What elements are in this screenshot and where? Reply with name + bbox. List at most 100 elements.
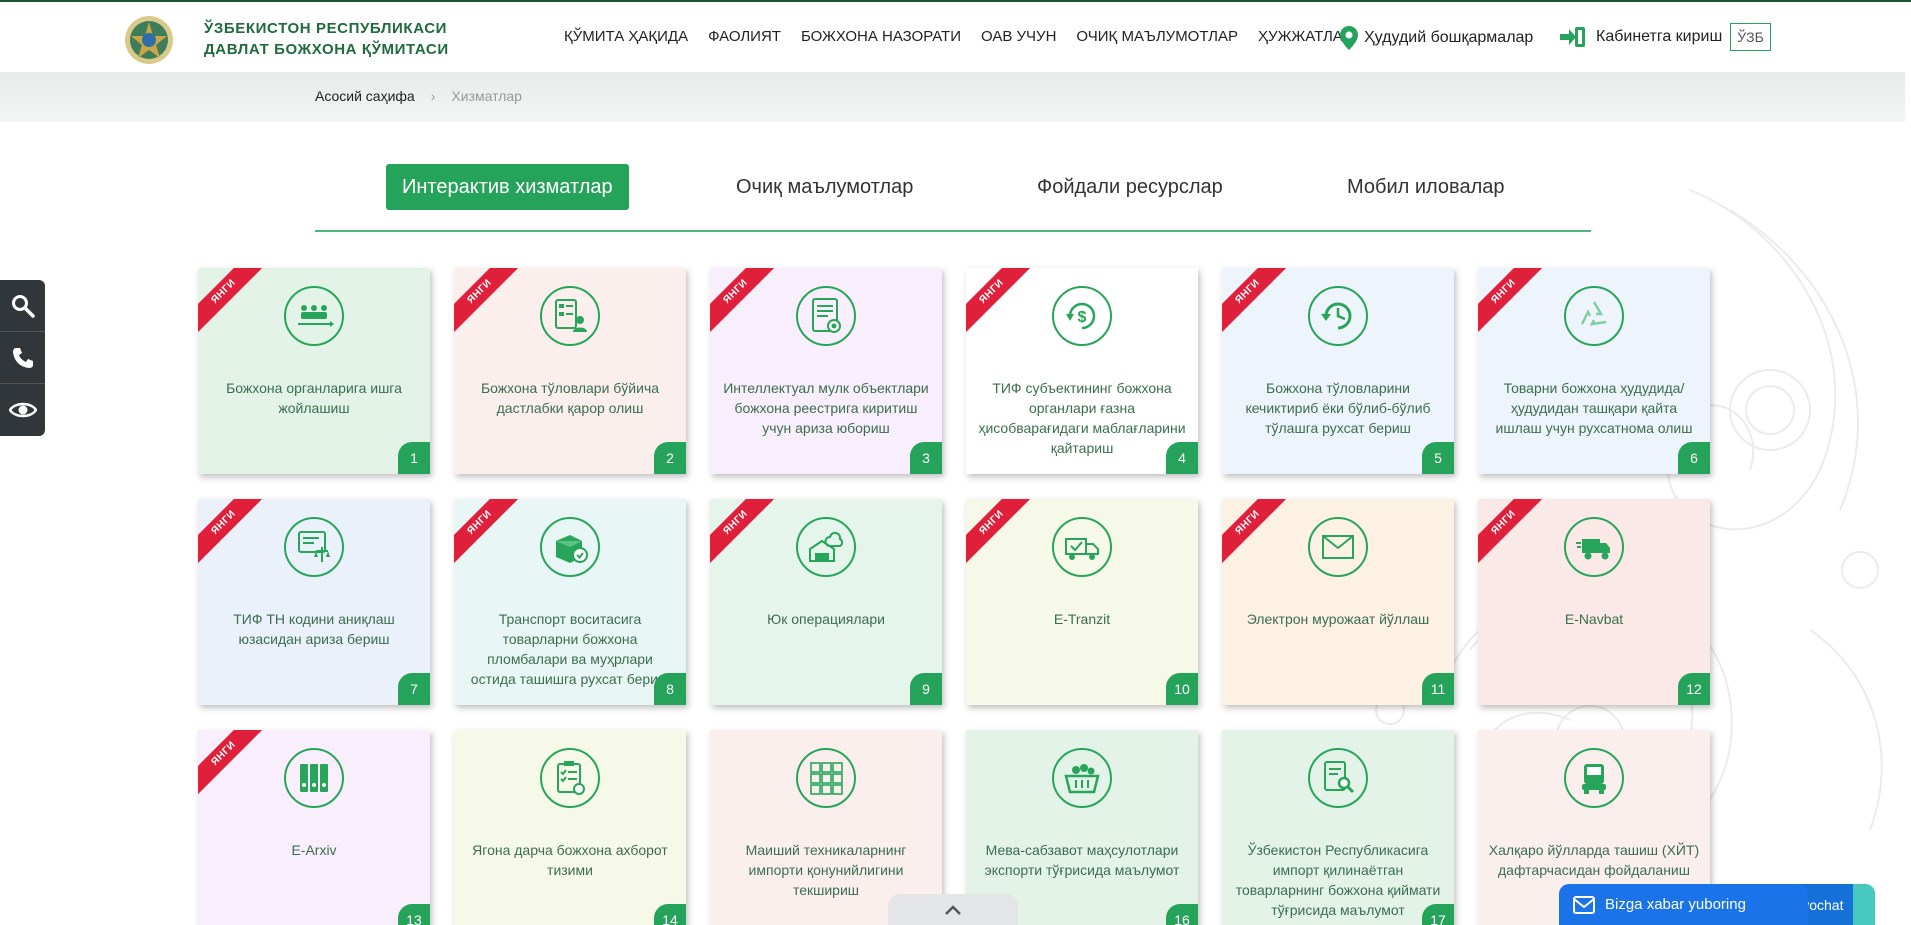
service-card-number: 9 — [910, 673, 942, 705]
nav-item-committee[interactable]: ҚЎМИТА ҲАҚИДА — [564, 28, 688, 45]
service-card[interactable]: Божхона тўловлари бўйича дастлабки қарор… — [454, 268, 686, 474]
new-ribbon: ЯНГИ — [1478, 499, 1554, 573]
organization-name[interactable]: ЎЗБЕКИСТОН РЕСПУБЛИКАСИ ДАВЛАТ БОЖХОНА Қ… — [204, 18, 449, 60]
side-phone-button[interactable] — [0, 332, 45, 384]
service-card-title: Ўзбекистон Республикасига импорт қилинаё… — [1235, 842, 1441, 918]
service-card[interactable]: E-Tranzit 10 ЯНГИ — [966, 499, 1198, 705]
service-card[interactable]: Ягона дарча божхона ахборот тизими 14 — [454, 730, 686, 925]
nav-item-activity[interactable]: ФАОЛИЯТ — [708, 28, 781, 45]
sign-in-icon — [1560, 27, 1585, 47]
recycle-icon — [1580, 301, 1607, 326]
eye-icon — [8, 402, 37, 418]
tab-useful-resources[interactable]: Фойдали ресурслар — [1037, 164, 1223, 210]
service-card[interactable]: E-Arxiv 13 ЯНГИ — [198, 730, 430, 925]
service-card-number: 2 — [654, 442, 686, 474]
new-ribbon: ЯНГИ — [710, 499, 786, 573]
org-name-line2: ДАВЛАТ БОЖХОНА ҚЎМИТАСИ — [204, 41, 449, 58]
envelope-icon — [1322, 535, 1354, 559]
language-selector[interactable]: ЎЗБ — [1730, 23, 1771, 51]
side-search-button[interactable] — [0, 280, 45, 332]
people-conveyor-icon — [298, 305, 334, 327]
service-icon-circle — [284, 286, 344, 346]
message-icon — [1573, 895, 1595, 914]
service-icon-circle — [1564, 748, 1624, 808]
new-ribbon: ЯНГИ — [454, 268, 530, 342]
nav-item-media[interactable]: ОАВ УЧУН — [981, 28, 1056, 45]
service-card[interactable]: Ўзбекистон Республикасига импорт қилинаё… — [1222, 730, 1454, 925]
new-ribbon: ЯНГИ — [1222, 268, 1298, 342]
tab-mobile-apps[interactable]: Мобил иловалар — [1347, 164, 1505, 210]
top-header: ЎЗБЕКИСТОН РЕСПУБЛИКАСИ ДАВЛАТ БОЖХОНА Қ… — [0, 0, 1911, 72]
new-ribbon: ЯНГИ — [198, 499, 274, 573]
service-card-number: 11 — [1422, 673, 1454, 705]
service-card-number: 17 — [1422, 904, 1454, 925]
service-icon-circle — [540, 517, 600, 577]
service-card-number: 16 — [1166, 904, 1198, 925]
nav-item-open-data[interactable]: ОЧИҚ МАЪЛУМОТЛАР — [1076, 28, 1238, 45]
service-card[interactable]: $ ТИФ субъектининг божхона органлари ғазн… — [966, 268, 1198, 474]
regional-offices-link[interactable]: Ҳудудий бошқармалар — [1340, 26, 1533, 50]
service-card-number: 8 — [654, 673, 686, 705]
service-card[interactable]: Электрон мурожаат йўллаш 11 ЯНГИ — [1222, 499, 1454, 705]
service-card[interactable]: E-Navbat 12 ЯНГИ — [1478, 499, 1710, 705]
main-nav: ҚЎМИТА ҲАҚИДА ФАОЛИЯТ БОЖХОНА НАЗОРАТИ О… — [564, 28, 1353, 45]
service-card[interactable]: Юк операциялари 9 ЯНГИ — [710, 499, 942, 705]
new-ribbon: ЯНГИ — [198, 268, 274, 342]
warehouse-cloud-icon — [809, 531, 844, 562]
truck-front-icon — [1582, 764, 1606, 794]
document-search-icon — [1324, 761, 1355, 794]
tab-interactive-services[interactable]: Интерактив хизматлар — [386, 164, 629, 210]
service-icon-circle — [1052, 517, 1112, 577]
service-icon-circle — [284, 517, 344, 577]
service-card-title: Транспорт воситасига товарларни божхона … — [470, 611, 670, 687]
service-icon-circle: $ — [1052, 286, 1112, 346]
side-toolbar — [0, 280, 45, 436]
dollar-refund-icon: $ — [1066, 302, 1096, 330]
jivochat-stripe — [1853, 884, 1875, 925]
service-card-title: E-Arxiv — [291, 842, 337, 858]
service-card-number: 10 — [1166, 673, 1198, 705]
org-name-line1: ЎЗБЕКИСТОН РЕСПУБЛИКАСИ — [204, 20, 448, 37]
service-icon-circle — [1564, 286, 1624, 346]
scroll-to-top-button[interactable] — [888, 894, 1018, 925]
produce-basket-icon — [1064, 764, 1100, 794]
service-card[interactable]: ТИФ ТН кодини аниқлаш юзасидан ариза бер… — [198, 499, 430, 705]
regional-offices-label: Ҳудудий бошқармалар — [1364, 29, 1534, 46]
chevron-up-icon — [945, 904, 961, 915]
document-officer-icon — [555, 299, 587, 332]
service-card-title: ТИФ субъектининг божхона органлари ғазна… — [978, 380, 1186, 456]
customs-emblem-logo[interactable] — [123, 14, 175, 66]
service-card[interactable]: Транспорт воситасига товарларни божхона … — [454, 499, 686, 705]
delivery-truck-icon — [1576, 539, 1610, 560]
breadcrumb-home[interactable]: Асосий саҳифа — [315, 88, 415, 104]
service-icon-circle — [796, 286, 856, 346]
service-card-number: 4 — [1166, 442, 1198, 474]
service-icon-circle — [1308, 517, 1368, 577]
checklist-icon — [557, 761, 585, 795]
chat-widget-button[interactable]: Bizga xabar yuboring — [1559, 884, 1808, 925]
nav-item-customs-control[interactable]: БОЖХОНА НАЗОРАТИ — [801, 28, 961, 45]
nav-item-documents[interactable]: ҲУЖЖАТЛАР — [1258, 28, 1353, 45]
tab-open-data[interactable]: Очиқ маълумотлар — [736, 164, 913, 210]
service-card-number: 13 — [398, 904, 430, 925]
service-card[interactable]: Товарни божхона ҳудудида/ ҳудудидан ташқ… — [1478, 268, 1710, 474]
service-card-title: Божхона органларига ишга жойлашиш — [226, 380, 402, 416]
service-card-title: Товарни божхона ҳудудида/ ҳудудидан ташқ… — [1495, 380, 1693, 436]
new-ribbon: ЯНГИ — [966, 268, 1042, 342]
service-card-number: 6 — [1678, 442, 1710, 474]
new-ribbon: ЯНГИ — [454, 499, 530, 573]
new-ribbon: ЯНГИ — [710, 268, 786, 342]
service-card-title: Божхона тўловлари бўйича дастлабки қарор… — [480, 380, 660, 416]
service-card-title: Маиший техникаларнинг импорти қонунийлиг… — [745, 842, 907, 898]
service-card-number: 12 — [1678, 673, 1710, 705]
new-ribbon: ЯНГИ — [1222, 499, 1298, 573]
service-card[interactable]: Божхона тўловларини кечиктириб ёки бўлиб… — [1222, 268, 1454, 474]
cabinet-login-link[interactable]: Кабинетга кириш — [1560, 26, 1722, 48]
service-icon-circle — [796, 517, 856, 577]
clock-history-icon — [1321, 302, 1352, 330]
sealed-box-icon — [556, 535, 588, 563]
service-card[interactable]: Божхона органларига ишга жойлашиш 1 ЯНГИ — [198, 268, 430, 474]
service-card[interactable]: Интеллектуал мулк объектлари божхона рее… — [710, 268, 942, 474]
side-accessibility-button[interactable] — [0, 384, 45, 436]
service-card-title: Юк операциялари — [767, 611, 885, 627]
